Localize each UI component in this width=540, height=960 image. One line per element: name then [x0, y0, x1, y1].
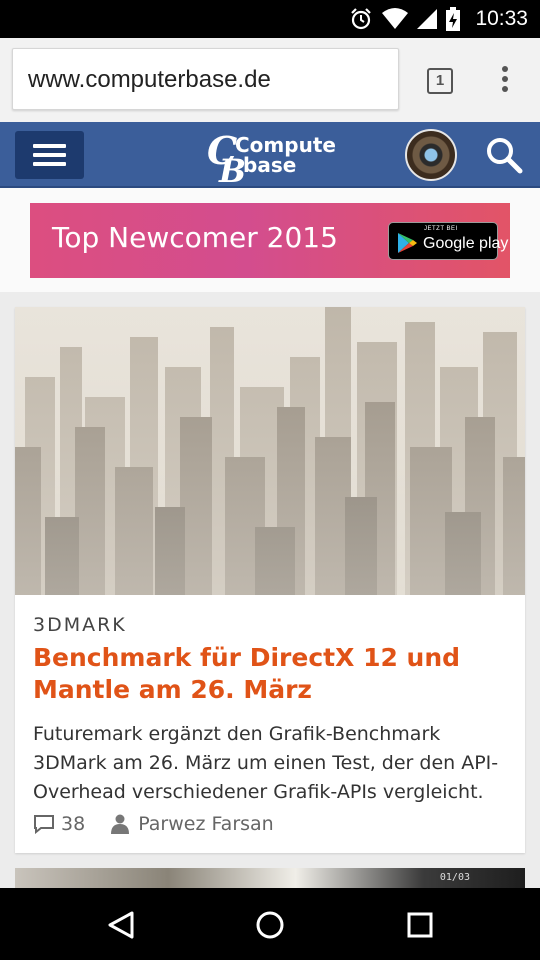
article-headline[interactable]: Benchmark für DirectX 12 und Mantle am 2…: [33, 642, 513, 706]
alarm-icon: [351, 8, 372, 30]
back-icon[interactable]: [104, 908, 138, 942]
search-icon[interactable]: [484, 135, 524, 175]
user-avatar[interactable]: [405, 129, 457, 181]
svg-text:base: base: [243, 153, 296, 177]
overflow-menu-button[interactable]: [493, 66, 517, 96]
article-card[interactable]: 3DMARK Benchmark für DirectX 12 und Mant…: [15, 307, 525, 853]
url-bar[interactable]: www.computerbase.de: [12, 48, 399, 110]
computerbase-logo[interactable]: C B Computer base: [205, 124, 335, 186]
ad-area: Top Newcomer 2015 JETZT BEI Google play: [0, 188, 540, 292]
comment-icon: [34, 815, 54, 834]
battery-charging-icon: [446, 7, 461, 31]
article-category[interactable]: 3DMARK: [33, 614, 127, 636]
badge-small-text: JETZT BEI: [424, 226, 458, 232]
navigation-bar: [0, 888, 540, 960]
status-bar: 10:33: [0, 0, 540, 38]
url-text[interactable]: www.computerbase.de: [28, 66, 271, 94]
svg-text:B: B: [218, 152, 246, 186]
signal-icon: [417, 9, 438, 29]
hamburger-menu-button[interactable]: [15, 131, 84, 179]
badge-big-text: Google play: [423, 235, 509, 252]
recents-icon[interactable]: [403, 908, 437, 942]
image-counter: 01/03: [439, 872, 470, 883]
author-icon: [111, 814, 130, 834]
comment-count[interactable]: 38: [61, 813, 85, 835]
author-name[interactable]: Parwez Farsan: [138, 813, 274, 835]
next-article-image[interactable]: 01/03: [15, 868, 525, 888]
site-header: C B Computer base: [0, 122, 540, 188]
ad-text: Top Newcomer 2015: [52, 221, 338, 254]
article-teaser[interactable]: Futuremark ergänzt den Grafik-Benchmark …: [33, 720, 513, 807]
home-icon[interactable]: [253, 908, 287, 942]
ad-banner[interactable]: Top Newcomer 2015 JETZT BEI Google play: [30, 203, 510, 278]
google-play-icon: [398, 233, 417, 253]
clock: 10:33: [475, 7, 528, 30]
tab-switcher-button[interactable]: 1: [427, 68, 453, 94]
wifi-icon: [382, 8, 409, 29]
article-meta: 38 Parwez Farsan: [33, 811, 274, 837]
google-play-badge[interactable]: JETZT BEI Google play: [388, 222, 508, 260]
browser-toolbar: www.computerbase.de 1: [0, 38, 540, 122]
article-image[interactable]: [15, 307, 525, 595]
